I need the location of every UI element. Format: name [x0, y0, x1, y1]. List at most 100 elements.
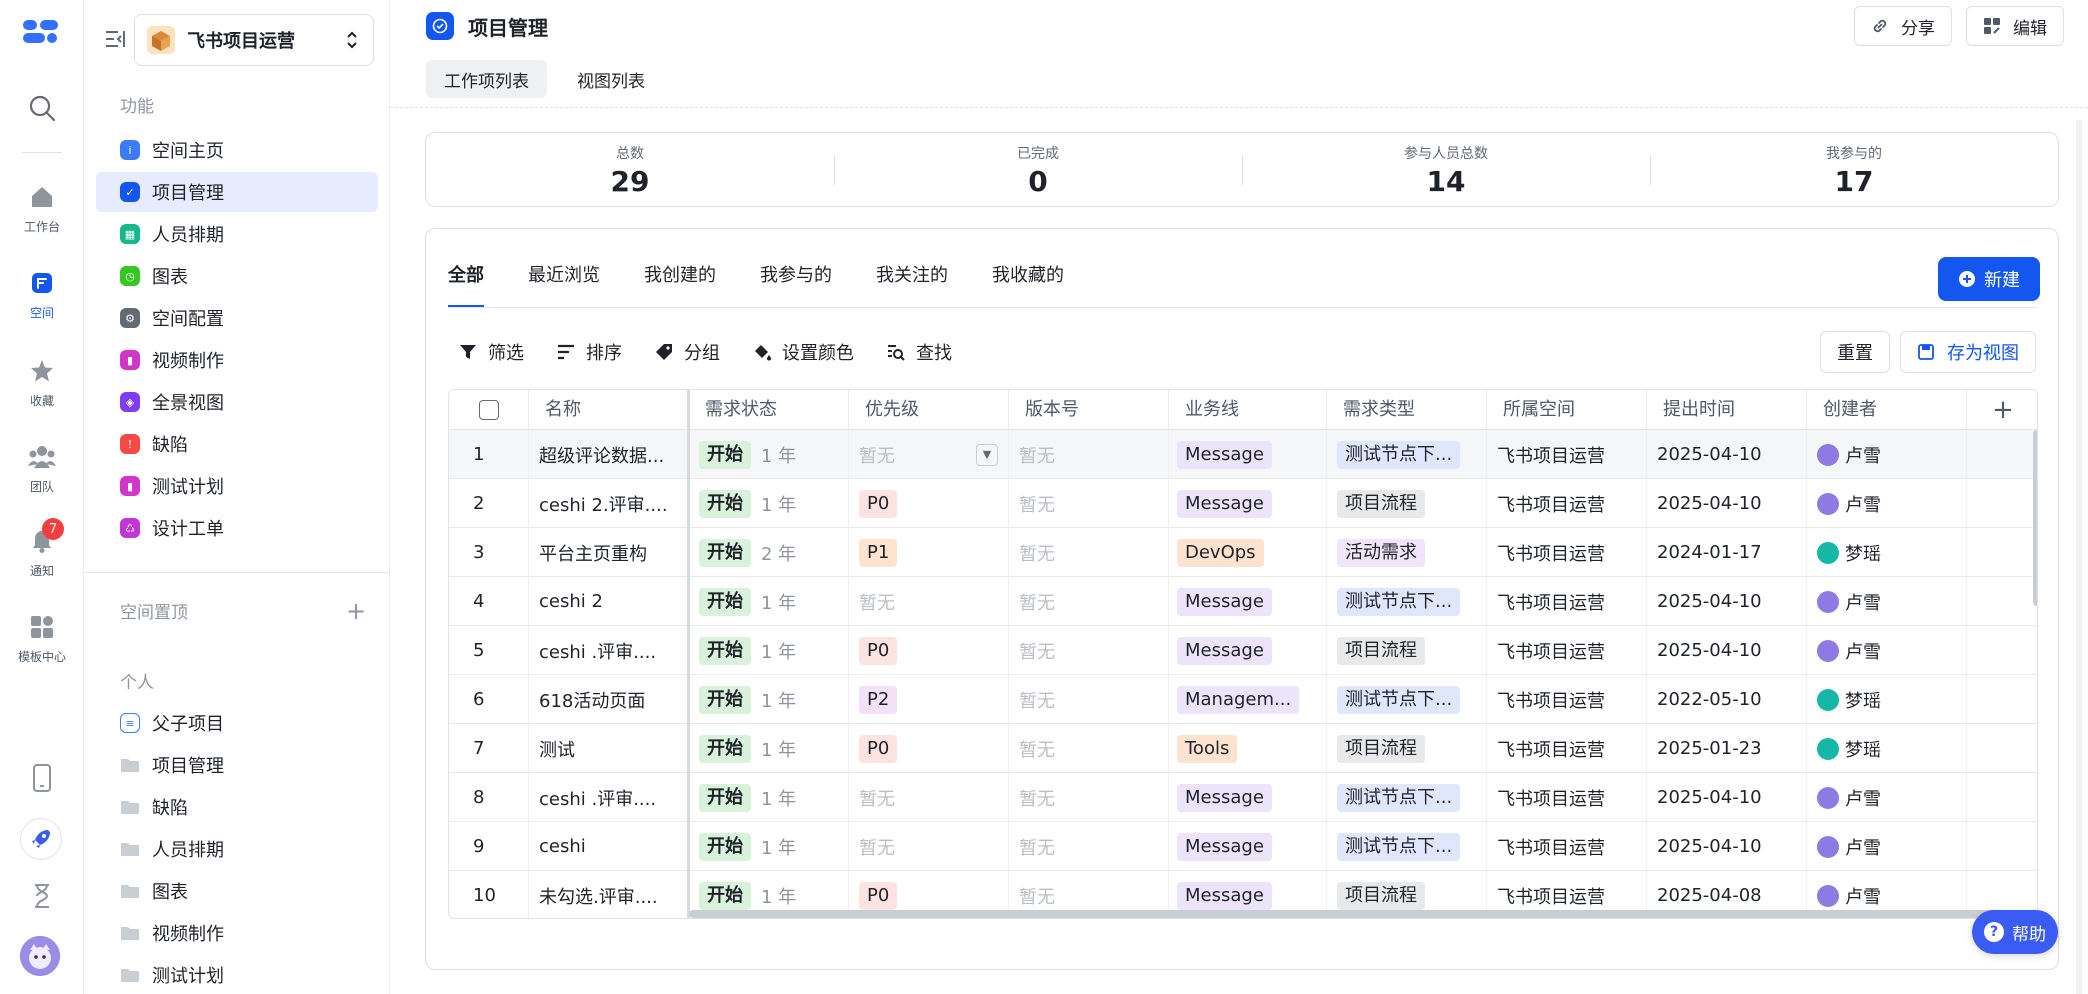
date-cell[interactable]: 2025-04-10 [1647, 430, 1807, 479]
set-color-button[interactable]: 设置颜色 [752, 339, 854, 365]
type-cell[interactable]: 测试节点下... [1327, 675, 1487, 724]
column-header-space[interactable]: 所属空间 [1487, 390, 1647, 430]
filter-tab-created[interactable]: 我创建的 [644, 261, 716, 291]
status-cell[interactable]: 开始 1 年 [689, 724, 849, 773]
priority-cell[interactable]: 暂无 ▼ [849, 430, 1009, 479]
date-cell[interactable]: 2022-05-10 [1647, 675, 1807, 724]
priority-cell[interactable]: 暂无 [849, 577, 1009, 626]
priority-cell[interactable]: P0 [849, 724, 1009, 773]
column-header-name[interactable]: 名称 [529, 390, 689, 430]
business-line-cell[interactable]: Message [1169, 430, 1327, 479]
date-cell[interactable]: 2025-04-10 [1647, 479, 1807, 528]
rail-item-team[interactable]: 团队 [0, 442, 84, 495]
column-header-status[interactable]: 需求状态 [689, 390, 849, 430]
personal-item-test-plan[interactable]: 测试计划 [96, 955, 378, 994]
space-cell[interactable]: 飞书项目运营 [1487, 479, 1647, 528]
sidebar-item-project-management[interactable]: ✓ 项目管理 [96, 172, 378, 212]
rail-item-notifications[interactable]: 7 通知 [0, 518, 84, 579]
type-cell[interactable]: 活动需求 [1327, 528, 1487, 577]
priority-cell[interactable]: 暂无 [849, 773, 1009, 822]
help-button[interactable]: ? 帮助 [1972, 910, 2058, 954]
business-line-cell[interactable]: Message [1169, 479, 1327, 528]
page-scrollbar[interactable] [2076, 120, 2082, 994]
space-cell[interactable]: 飞书项目运营 [1487, 724, 1647, 773]
column-header-creator[interactable]: 创建者 [1807, 390, 1967, 430]
sidebar-item-panorama[interactable]: ◈ 全景视图 [96, 382, 378, 422]
sidebar-item-video[interactable]: ▮ 视频制作 [96, 340, 378, 380]
tab-views[interactable]: 视图列表 [559, 60, 663, 98]
space-cell[interactable]: 飞书项目运营 [1487, 430, 1647, 479]
reset-button[interactable]: 重置 [1820, 331, 1890, 373]
business-line-cell[interactable]: Tools [1169, 724, 1327, 773]
date-cell[interactable]: 2025-04-10 [1647, 577, 1807, 626]
creator-cell[interactable]: 卢雪 [1807, 773, 1967, 822]
rail-item-templates[interactable]: 模板中心 [0, 612, 84, 665]
filter-tab-followed[interactable]: 我关注的 [876, 261, 948, 291]
sidebar-item-test-plan[interactable]: ▮ 测试计划 [96, 466, 378, 506]
date-cell[interactable]: 2025-04-10 [1647, 626, 1807, 675]
type-cell[interactable]: 项目流程 [1327, 724, 1487, 773]
personal-item-charts[interactable]: 图表 [96, 871, 378, 911]
personal-item-parent-child[interactable]: ≡ 父子项目 [96, 703, 378, 743]
type-cell[interactable]: 测试节点下... [1327, 773, 1487, 822]
version-cell[interactable]: 暂无 [1009, 626, 1169, 675]
filter-button[interactable]: 筛选 [458, 339, 524, 365]
column-header-type[interactable]: 需求类型 [1327, 390, 1487, 430]
status-cell[interactable]: 开始 1 年 [689, 773, 849, 822]
sidebar-item-schedule[interactable]: ▦ 人员排期 [96, 214, 378, 254]
select-all-checkbox[interactable] [478, 400, 499, 420]
business-line-cell[interactable]: Message [1169, 822, 1327, 871]
sort-button[interactable]: 排序 [556, 339, 622, 365]
status-cell[interactable]: 开始 1 年 [689, 626, 849, 675]
sidebar-item-charts[interactable]: ◷ 图表 [96, 256, 378, 296]
version-cell[interactable]: 暂无 [1009, 773, 1169, 822]
name-cell[interactable]: ceshi [529, 822, 689, 871]
group-button[interactable]: 分组 [654, 339, 720, 365]
type-cell[interactable]: 测试节点下... [1327, 822, 1487, 871]
priority-cell[interactable]: P0 [849, 626, 1009, 675]
type-cell[interactable]: 项目流程 [1327, 626, 1487, 675]
version-cell[interactable]: 暂无 [1009, 528, 1169, 577]
date-cell[interactable]: 2025-04-10 [1647, 773, 1807, 822]
find-button[interactable]: 查找 [886, 339, 952, 365]
space-selector[interactable]: 飞书项目运营 [134, 14, 374, 66]
space-cell[interactable]: 飞书项目运营 [1487, 675, 1647, 724]
name-cell[interactable]: ceshi 2 [529, 577, 689, 626]
creator-cell[interactable]: 卢雪 [1807, 577, 1967, 626]
sidebar-item-space-config[interactable]: ⚙ 空间配置 [96, 298, 378, 338]
type-cell[interactable]: 测试节点下... [1327, 430, 1487, 479]
version-cell[interactable]: 暂无 [1009, 479, 1169, 528]
rocket-icon[interactable] [20, 818, 62, 860]
rail-item-space[interactable]: 空间 [0, 268, 84, 321]
business-line-cell[interactable]: DevOps [1169, 528, 1327, 577]
status-cell[interactable]: 开始 1 年 [689, 479, 849, 528]
space-cell[interactable]: 飞书项目运营 [1487, 528, 1647, 577]
column-header-version[interactable]: 版本号 [1009, 390, 1169, 430]
space-cell[interactable]: 飞书项目运营 [1487, 822, 1647, 871]
creator-cell[interactable]: 卢雪 [1807, 479, 1967, 528]
status-cell[interactable]: 开始 1 年 [689, 430, 849, 479]
add-pinned-icon[interactable]: + [346, 597, 366, 625]
space-cell[interactable]: 飞书项目运营 [1487, 626, 1647, 675]
type-cell[interactable]: 项目流程 [1327, 479, 1487, 528]
sidebar-item-design-ticket[interactable]: ♺ 设计工单 [96, 508, 378, 548]
column-header-date[interactable]: 提出时间 [1647, 390, 1807, 430]
sidebar-item-defects[interactable]: ! 缺陷 [96, 424, 378, 464]
version-cell[interactable]: 暂无 [1009, 430, 1169, 479]
space-cell[interactable]: 飞书项目运营 [1487, 577, 1647, 626]
status-cell[interactable]: 开始 2 年 [689, 528, 849, 577]
collapse-sidebar-icon[interactable] [104, 28, 128, 50]
date-cell[interactable]: 2025-04-10 [1647, 822, 1807, 871]
vertical-scrollbar[interactable] [2033, 430, 2037, 606]
save-view-button[interactable]: 存为视图 [1900, 331, 2036, 373]
priority-cell[interactable]: P2 [849, 675, 1009, 724]
tab-work-items[interactable]: 工作项列表 [426, 60, 547, 98]
creator-cell[interactable]: 卢雪 [1807, 822, 1967, 871]
priority-cell[interactable]: P1 [849, 528, 1009, 577]
column-header-priority[interactable]: 优先级 [849, 390, 1009, 430]
rail-item-workbench[interactable]: 工作台 [0, 182, 84, 235]
name-cell[interactable]: 超级评论数据... [529, 430, 689, 479]
version-cell[interactable]: 暂无 [1009, 724, 1169, 773]
mobile-icon[interactable] [26, 762, 58, 794]
edit-button[interactable]: 编辑 [1966, 6, 2064, 46]
